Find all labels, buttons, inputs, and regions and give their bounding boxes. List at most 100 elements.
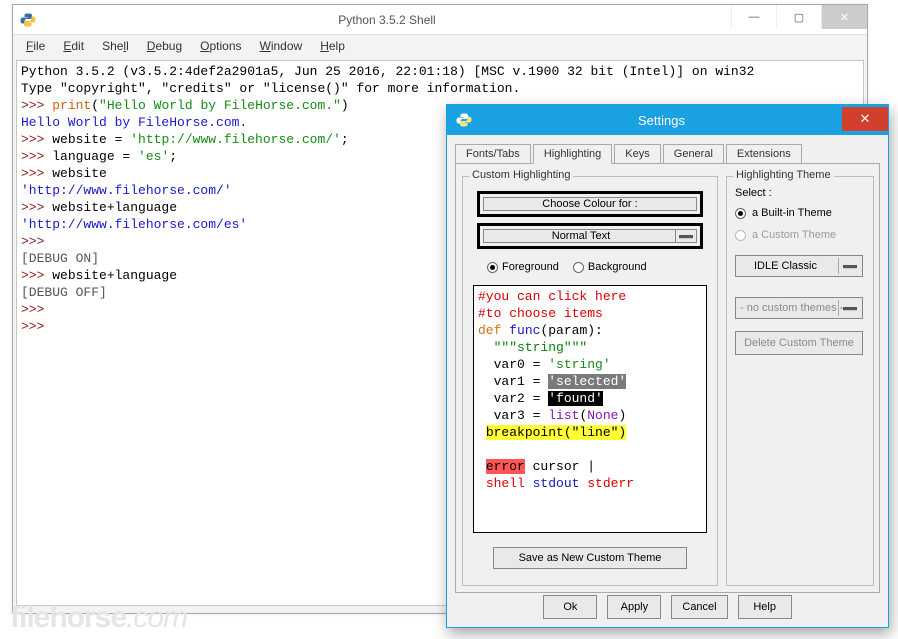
settings-tabs: Fonts/Tabs Highlighting Keys General Ext… xyxy=(447,135,888,163)
settings-title: Settings xyxy=(481,113,842,128)
menu-edit[interactable]: Edit xyxy=(56,38,91,57)
prompt: >>> xyxy=(21,166,52,181)
settings-titlebar[interactable]: Settings ✕ xyxy=(447,105,888,135)
maximize-button[interactable]: ▢ xyxy=(776,5,821,29)
v0a: var0 = xyxy=(494,357,549,372)
preview-paren: (param): xyxy=(540,323,602,338)
prompt: >>> xyxy=(21,200,52,215)
menu-shell[interactable]: Shell xyxy=(95,38,136,57)
highlighting-theme-group: Highlighting Theme Select : a Built-in T… xyxy=(726,176,874,586)
choose-colour-frame: Choose Colour for : xyxy=(477,191,703,217)
tab-keys[interactable]: Keys xyxy=(614,144,660,164)
radio-fg-label: Foreground xyxy=(502,261,559,273)
menu-window[interactable]: Window xyxy=(253,38,310,57)
save-theme-button[interactable]: Save as New Custom Theme xyxy=(493,547,687,569)
radio-builtin-theme[interactable]: a Built-in Theme xyxy=(735,207,832,219)
echo-sum-out: 'http://www.filehorse.com/es' xyxy=(21,217,247,232)
dropdown-icon[interactable] xyxy=(675,229,697,243)
cancel-button[interactable]: Cancel xyxy=(671,595,727,619)
menu-options[interactable]: Options xyxy=(193,38,248,57)
menu-help[interactable]: Help xyxy=(313,38,352,57)
prompt: >>> xyxy=(21,132,52,147)
lang-val: 'es' xyxy=(138,149,169,164)
dialog-button-bar: Ok Apply Cancel Help xyxy=(447,587,888,627)
builtin-label: a Built-in Theme xyxy=(752,207,832,219)
highlight-preview[interactable]: #you can click here #to choose items def… xyxy=(473,285,707,533)
tab-body: Custom Highlighting Choose Colour for : … xyxy=(455,163,880,593)
prompt: >>> xyxy=(21,98,52,113)
prompt: >>> xyxy=(21,149,52,164)
help-button[interactable]: Help xyxy=(738,595,792,619)
radio-dot-icon xyxy=(735,230,746,241)
minimize-button[interactable]: — xyxy=(731,5,776,29)
echo-website-out: 'http://www.filehorse.com/' xyxy=(21,183,232,198)
settings-close-button[interactable]: ✕ xyxy=(842,107,888,131)
banner2: Type "copyright", "credits" or "license(… xyxy=(21,81,520,96)
radio-dot-icon xyxy=(573,262,584,273)
dropdown-icon[interactable] xyxy=(838,258,860,274)
semi: ; xyxy=(169,149,177,164)
prompt: >>> xyxy=(21,319,52,334)
print-kw: print xyxy=(52,98,91,113)
dropdown-icon xyxy=(838,300,860,316)
preview-stdout: stdout xyxy=(525,476,580,491)
shell-menubar: File Edit Shell Debug Options Window Hel… xyxy=(13,35,867,57)
preview-comment1: #you can click here xyxy=(478,289,626,304)
echo-sum2: website+language xyxy=(52,268,177,283)
preview-comment2: #to choose items xyxy=(478,306,603,321)
fg-bg-radio-group: Foreground Background xyxy=(487,261,647,273)
element-select[interactable]: Normal Text xyxy=(483,229,697,243)
prompt: >>> xyxy=(21,268,52,283)
builtin-theme-select[interactable]: IDLE Classic xyxy=(735,255,863,277)
v1a: var1 = xyxy=(494,374,549,389)
element-select-frame: Normal Text xyxy=(477,223,703,249)
v3a: var3 = xyxy=(494,408,549,423)
menu-debug[interactable]: Debug xyxy=(140,38,189,57)
python-icon xyxy=(447,112,481,128)
print-arg: "Hello World by FileHorse.com." xyxy=(99,98,341,113)
v0b: 'string' xyxy=(548,357,610,372)
debug-on: [DEBUG ON] xyxy=(21,251,99,266)
assign-lang: language = xyxy=(52,149,138,164)
shell-title: Python 3.5.2 Shell xyxy=(43,13,731,27)
radio-dot-icon xyxy=(487,262,498,273)
delete-custom-theme-button: Delete Custom Theme xyxy=(735,331,863,355)
radio-custom-theme: a Custom Theme xyxy=(735,229,836,241)
custom-label: a Custom Theme xyxy=(752,229,836,241)
radio-bg-label: Background xyxy=(588,261,647,273)
custom-highlighting-legend: Custom Highlighting xyxy=(469,169,573,181)
semi: ; xyxy=(341,132,349,147)
ok-button[interactable]: Ok xyxy=(543,595,597,619)
choose-colour-button[interactable]: Choose Colour for : xyxy=(483,197,697,211)
echo-website: website xyxy=(52,166,107,181)
v2a: var2 = xyxy=(494,391,549,406)
apply-button[interactable]: Apply xyxy=(607,595,661,619)
python-icon xyxy=(13,12,43,28)
settings-window: Settings ✕ Fonts/Tabs Highlighting Keys … xyxy=(446,104,889,628)
v3c: None xyxy=(587,408,618,423)
select-label: Select : xyxy=(735,187,772,199)
theme-name: IDLE Classic xyxy=(754,260,817,272)
shell-titlebar[interactable]: Python 3.5.2 Shell — ▢ ✕ xyxy=(13,5,867,35)
assign-website: website = xyxy=(52,132,130,147)
preview-bp: breakpoint("line") xyxy=(486,425,626,440)
custom-theme-select: - no custom themes - xyxy=(735,297,863,319)
preview-error: error xyxy=(486,459,525,474)
menu-file[interactable]: File xyxy=(19,38,52,57)
out1: Hello World by FileHorse.com. xyxy=(21,115,247,130)
v3b: list xyxy=(548,408,579,423)
debug-off: [DEBUG OFF] xyxy=(21,285,107,300)
v1b: 'selected' xyxy=(548,374,626,389)
preview-shell: shell xyxy=(486,476,525,491)
close-button[interactable]: ✕ xyxy=(821,5,867,29)
tab-general[interactable]: General xyxy=(663,144,724,164)
tab-fonts[interactable]: Fonts/Tabs xyxy=(455,144,531,164)
radio-foreground[interactable]: Foreground xyxy=(487,261,559,273)
preview-cursor: cursor | xyxy=(525,459,595,474)
preview-stderr: stderr xyxy=(579,476,634,491)
prompt: >>> xyxy=(21,302,52,317)
tab-extensions[interactable]: Extensions xyxy=(726,144,802,164)
prompt: >>> xyxy=(21,234,52,249)
radio-background[interactable]: Background xyxy=(573,261,647,273)
tab-highlighting[interactable]: Highlighting xyxy=(533,144,612,164)
